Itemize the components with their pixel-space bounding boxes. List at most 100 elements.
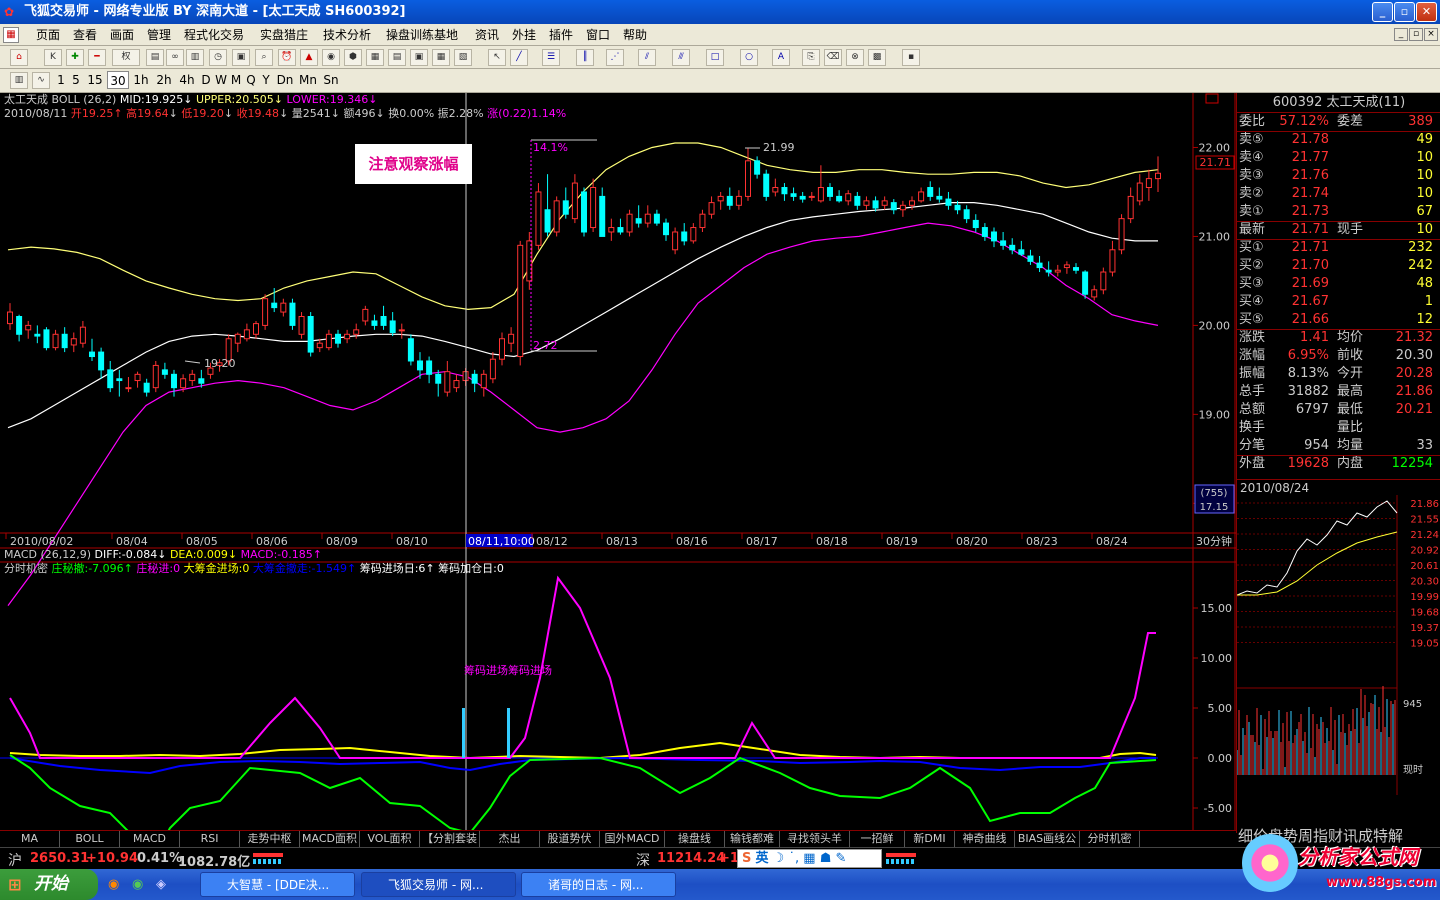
minimize-button[interactable]: _	[1372, 2, 1393, 22]
indicator-tab[interactable]: MACD	[120, 831, 180, 847]
indicator-tab[interactable]: 股道势伏	[540, 831, 600, 847]
rect-tool-icon[interactable]: □	[706, 49, 724, 66]
filter-icon[interactable]: ◉	[322, 49, 340, 66]
period-button[interactable]: Y	[259, 71, 273, 89]
clock-icon[interactable]: ◷	[209, 49, 227, 66]
weibi-row[interactable]: 委比 57.12% 委差 389	[1237, 113, 1437, 131]
stat-row[interactable]: 总手 31882 最高 21.86	[1237, 383, 1437, 401]
layout-1-icon[interactable]: ▦	[366, 49, 384, 66]
indicator-tab[interactable]: 走势中枢	[240, 831, 300, 847]
indicator-tab[interactable]: BOLL	[60, 831, 120, 847]
layout-2-icon[interactable]: ▤	[388, 49, 406, 66]
quicklaunch-1-icon[interactable]: ◉	[108, 877, 124, 893]
period-button[interactable]: D	[199, 71, 213, 89]
indicator-tab[interactable]: 操盘线	[665, 831, 725, 847]
compare-icon[interactable]: ▤	[146, 49, 164, 66]
quicklaunch-2-icon[interactable]: ◉	[132, 877, 148, 893]
indicator-tab[interactable]: MA	[0, 831, 60, 847]
eraser-icon[interactable]: ⌫	[824, 49, 842, 66]
home-icon[interactable]: ⌂	[10, 49, 28, 66]
indicator-tab[interactable]: BIAS画线公	[1015, 831, 1080, 847]
ask-row[interactable]: 卖⑤ 21.78 49	[1237, 131, 1437, 149]
rights-dropdown[interactable]: 权	[112, 49, 140, 66]
mdi-restore-button[interactable]: ▫	[1409, 28, 1423, 41]
fan-tool-icon[interactable]: ⋰	[606, 49, 624, 66]
ime-keyboard-icon[interactable]: ▦	[803, 851, 815, 866]
period-button[interactable]: M	[229, 71, 243, 89]
copy-icon[interactable]: ⎘	[802, 49, 820, 66]
menu-item[interactable]: 管理	[147, 24, 171, 46]
search-icon[interactable]: ⌕	[255, 49, 273, 66]
quicklaunch-3-icon[interactable]: ◈	[156, 877, 172, 893]
indicator-tab[interactable]: 一招鲜	[850, 831, 905, 847]
save-icon[interactable]: ▪	[902, 49, 920, 66]
main-chart[interactable]: 22.0021.0020.0019.0018.0014.1%2.7221.991…	[0, 93, 1236, 830]
layout-4-icon[interactable]: ▦	[432, 49, 450, 66]
start-button[interactable]: ⊞ 开始	[0, 869, 98, 900]
menu-item[interactable]: 操盘训练基地	[386, 24, 458, 46]
indicator-tab[interactable]: 新DMI	[905, 831, 955, 847]
text-tool-icon[interactable]: A	[772, 49, 790, 66]
menu-item[interactable]: 窗口	[586, 24, 610, 46]
cursor-icon[interactable]: ↖	[488, 49, 506, 66]
menu-item[interactable]: 技术分析	[323, 24, 371, 46]
hline-tool-icon[interactable]: ☰	[542, 49, 560, 66]
task-feihu[interactable]: 飞狐交易师 - 网...	[361, 872, 516, 897]
vline-tool-icon[interactable]: ║	[576, 49, 594, 66]
menu-item[interactable]: 外挂	[512, 24, 536, 46]
period-button[interactable]: Q	[244, 71, 258, 89]
parallel-tool-icon[interactable]: ⫻	[672, 49, 690, 66]
close-button[interactable]: ✕	[1416, 2, 1437, 22]
ime-punct-icon[interactable]: ˙,	[788, 851, 799, 866]
layout-5-icon[interactable]: ▧	[454, 49, 472, 66]
mdi-close-button[interactable]: ×	[1424, 28, 1438, 41]
ime-bar[interactable]: S 英 ☽ ˙, ▦ ☗ ✎	[737, 849, 882, 868]
bid-row[interactable]: 买③ 21.69 48	[1237, 275, 1437, 293]
stat-row[interactable]: 涨跌 1.41 均价 21.32	[1237, 329, 1437, 347]
indicator-tab[interactable]: 【分割套装	[420, 831, 480, 847]
ime-tool-icon[interactable]: ✎	[835, 851, 846, 866]
indicator-tab[interactable]: 神奇曲线	[955, 831, 1015, 847]
period-button[interactable]: Dn	[274, 71, 296, 89]
cycle-icon[interactable]: ∞	[166, 49, 184, 66]
stat-row[interactable]: 分笔 954 均量 33	[1237, 437, 1437, 455]
period-button[interactable]: W	[214, 71, 228, 89]
chart-type-icon[interactable]: K	[44, 49, 62, 66]
mdi-minimize-button[interactable]: _	[1394, 28, 1408, 41]
ime-mode[interactable]: 英	[756, 851, 769, 866]
indicator-tab[interactable]: MACD面积	[300, 831, 360, 847]
line-tool-icon[interactable]: ╱	[510, 49, 528, 66]
lock-icon[interactable]: ⊗	[846, 49, 864, 66]
formula-icon[interactable]: ▥	[186, 49, 204, 66]
stats-icon[interactable]: ⬢	[344, 49, 362, 66]
bid-row[interactable]: 买④ 21.67 1	[1237, 293, 1437, 311]
stat-row[interactable]: 换手 量比	[1237, 419, 1437, 437]
period-button[interactable]: 1h	[130, 71, 152, 89]
period-button[interactable]: 30	[107, 71, 129, 89]
menu-item[interactable]: 画面	[110, 24, 134, 46]
ask-row[interactable]: 卖③ 21.76 10	[1237, 167, 1437, 185]
bell-icon[interactable]: ▲	[300, 49, 318, 66]
bid-row[interactable]: 买① 21.71 232	[1237, 239, 1437, 257]
layout-3-icon[interactable]: ▣	[410, 49, 428, 66]
add-icon[interactable]: ✚	[66, 49, 84, 66]
period-button[interactable]: 1	[54, 71, 68, 89]
period-button[interactable]: 4h	[176, 71, 198, 89]
period-button[interactable]: Sn	[320, 71, 342, 89]
stat-row[interactable]: 总额 6797 最低 20.21	[1237, 401, 1437, 419]
indicator-tab[interactable]: 分时机密	[1080, 831, 1140, 847]
period-button[interactable]: 15	[84, 71, 106, 89]
last-row[interactable]: 最新 21.71 现手 10	[1237, 221, 1437, 239]
indicator-tab[interactable]: VOL面积	[360, 831, 420, 847]
menu-item[interactable]: 帮助	[623, 24, 647, 46]
menu-item[interactable]: 插件	[549, 24, 573, 46]
ask-row[interactable]: 卖② 21.74 10	[1237, 185, 1437, 203]
outer-inner-row[interactable]: 外盘 19628 内盘 12254	[1237, 455, 1437, 473]
bid-row[interactable]: 买② 21.70 242	[1237, 257, 1437, 275]
maximize-button[interactable]: ▫	[1394, 2, 1415, 22]
stat-row[interactable]: 振幅 8.13% 今开 20.28	[1237, 365, 1437, 383]
alarm-icon[interactable]: ⏰	[278, 49, 296, 66]
period-button[interactable]: Mn	[297, 71, 319, 89]
indicator-tab[interactable]: 国外MACD	[600, 831, 665, 847]
indicator-tab[interactable]: 输钱都难	[725, 831, 780, 847]
